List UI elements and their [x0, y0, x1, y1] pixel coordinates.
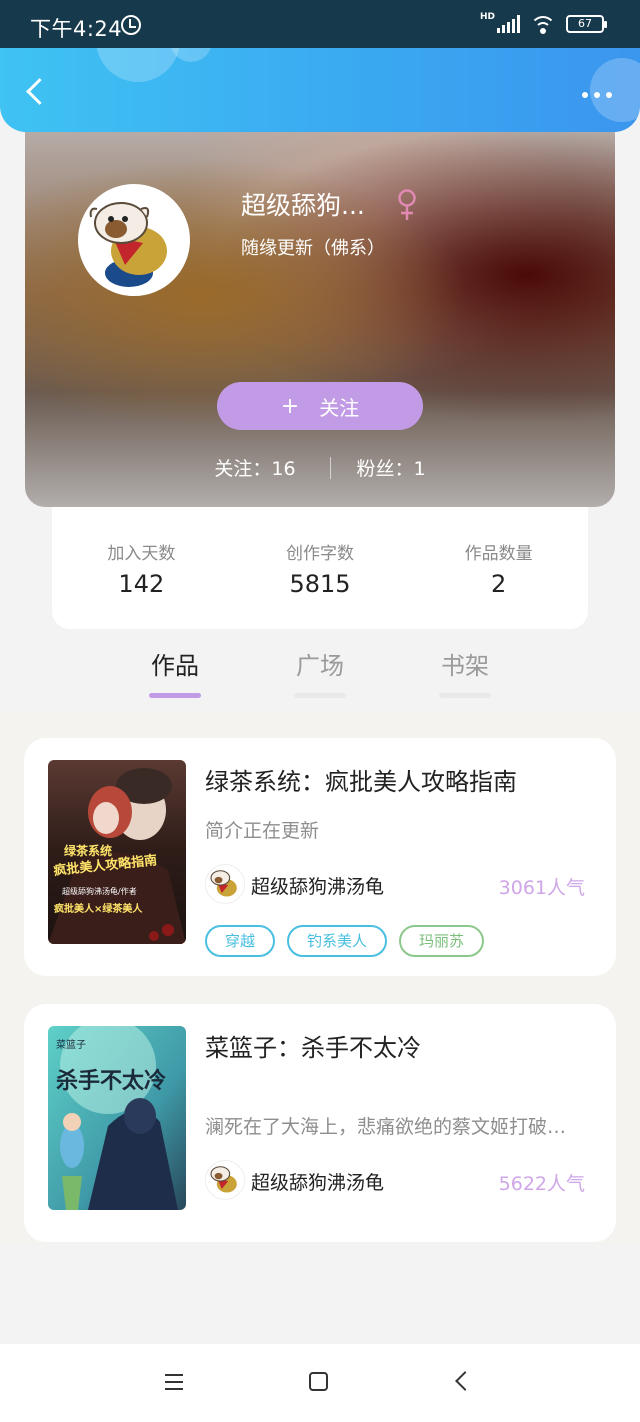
stat-label: 作品数量 — [464, 544, 533, 564]
following-count[interactable]: 关注：16 — [214, 454, 295, 481]
author-row: 超级舔狗沸汤龟 3061人气 — [205, 864, 585, 908]
stat-word-count: 创作字数 5815 — [231, 507, 410, 629]
tab-works[interactable]: 作品 — [135, 646, 215, 698]
cover-author: 超级舔狗沸汤龟/作者 — [62, 886, 137, 896]
profile-card: 超级舔狗... 随缘更新（佛系） + 关注 关注：16 粉丝：1 — [25, 120, 615, 507]
hd-indicator: HD — [479, 12, 495, 22]
cover-title: 绿茶系统 — [64, 843, 112, 858]
stat-label: 创作字数 — [286, 544, 354, 564]
counts-divider — [329, 456, 331, 479]
tag[interactable]: 穿越 — [205, 925, 276, 957]
author-name[interactable]: 超级舔狗沸汤龟 — [251, 1168, 384, 1195]
stat-value: 2 — [491, 570, 507, 598]
fans-count[interactable]: 粉丝：1 — [357, 454, 426, 481]
female-icon — [398, 189, 416, 220]
stat-label: 加入天数 — [107, 544, 176, 564]
system-back-icon[interactable] — [455, 1371, 475, 1391]
stats-panel: 加入天数 142 创作字数 5815 作品数量 2 — [52, 507, 588, 629]
tab-bookshelf[interactable]: 书架 — [425, 646, 505, 698]
status-bar: 下午4:24 HD 67 — [0, 0, 640, 48]
home-icon[interactable] — [309, 1372, 328, 1391]
book-cover[interactable]: 杀手不太冷 菜篮子 — [48, 1026, 186, 1210]
author-avatar[interactable] — [205, 864, 245, 904]
book-title: 绿茶系统：疯批美人攻略指南 — [205, 768, 517, 796]
author-row: 超级舔狗沸汤龟 5622人气 — [205, 1160, 585, 1204]
tab-indicator — [439, 693, 491, 698]
tab-square[interactable]: 广场 — [280, 646, 360, 698]
stat-works-count: 作品数量 2 — [409, 507, 588, 629]
follow-button[interactable]: + 关注 — [217, 382, 423, 430]
username: 超级舔狗... — [241, 191, 365, 220]
stat-value: 142 — [118, 570, 165, 598]
book-description: 澜死在了大海上，悲痛欲绝的蔡文姬打破… — [205, 1116, 567, 1138]
status-time: 下午4:24 — [30, 17, 123, 41]
book-description: 简介正在更新 — [205, 820, 320, 842]
tag-list: 穿越 钓系美人 玛丽苏 — [205, 925, 485, 957]
cover-subtitle: 菜篮子 — [56, 1038, 86, 1051]
tab-label: 书架 — [441, 652, 489, 680]
plus-icon: + — [280, 393, 300, 419]
more-dots-icon[interactable] — [582, 92, 612, 98]
signal-icon — [497, 15, 520, 33]
book-title: 菜篮子：杀手不太冷 — [205, 1034, 421, 1062]
wifi-icon — [530, 14, 556, 34]
alarm-icon — [121, 15, 141, 35]
cover-subtitle: 疯批美人×绿茶美人 — [54, 902, 143, 915]
tab-label: 作品 — [151, 652, 199, 680]
book-card[interactable]: 杀手不太冷 菜篮子 菜篮子：杀手不太冷 澜死在了大海上，悲痛欲绝的蔡文姬打破… — [24, 1004, 616, 1242]
recent-apps-icon[interactable] — [165, 1374, 183, 1390]
status-indicators: HD 67 — [479, 12, 607, 34]
tag[interactable]: 钓系美人 — [287, 925, 388, 957]
book-cover[interactable]: 绿茶系统 疯批美人攻略指南 超级舔狗沸汤龟/作者 疯批美人×绿茶美人 — [48, 760, 186, 944]
stat-join-days: 加入天数 142 — [52, 507, 231, 629]
app-header — [0, 48, 640, 132]
back-arrow-icon[interactable] — [22, 78, 48, 110]
popularity-count: 3061人气 — [498, 877, 585, 899]
author-avatar[interactable] — [205, 1160, 245, 1200]
tab-indicator — [149, 693, 201, 698]
works-list: 绿茶系统 疯批美人攻略指南 超级舔狗沸汤龟/作者 疯批美人×绿茶美人 绿茶系统：… — [0, 712, 640, 1244]
tag[interactable]: 玛丽苏 — [399, 925, 485, 957]
bio: 随缘更新（佛系） — [241, 238, 385, 259]
tab-indicator — [294, 693, 346, 698]
popularity-count: 5622人气 — [498, 1173, 585, 1195]
follow-button-label: 关注 — [319, 395, 360, 420]
stat-value: 5815 — [289, 570, 351, 598]
follow-counts: 关注：16 粉丝：1 — [25, 454, 615, 481]
system-nav-bar — [0, 1344, 640, 1422]
book-card[interactable]: 绿茶系统 疯批美人攻略指南 超级舔狗沸汤龟/作者 疯批美人×绿茶美人 绿茶系统：… — [24, 738, 616, 976]
tab-bar: 作品 广场 书架 — [0, 640, 640, 710]
author-name[interactable]: 超级舔狗沸汤龟 — [251, 872, 384, 899]
battery-icon: 67 — [566, 15, 607, 33]
avatar[interactable] — [78, 184, 190, 296]
tab-label: 广场 — [296, 652, 344, 680]
cover-title: 杀手不太冷 — [56, 1068, 166, 1094]
